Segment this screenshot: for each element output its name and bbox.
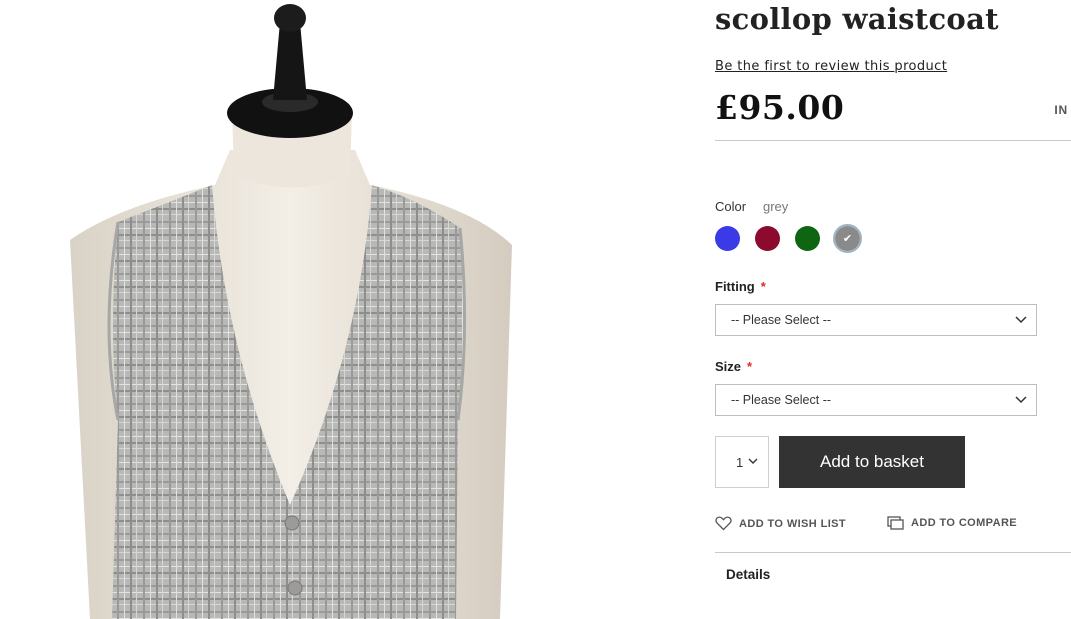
- chevron-down-icon: [748, 458, 758, 464]
- product-price: £95.00: [715, 88, 845, 127]
- divider: [715, 552, 1071, 553]
- product-info: scollop waistcoat Be the first to review…: [715, 0, 1071, 619]
- heart-icon: [715, 516, 732, 531]
- size-select[interactable]: -- Please Select --: [715, 384, 1037, 416]
- product-image[interactable]: [0, 0, 700, 619]
- color-swatch-green[interactable]: [795, 226, 820, 251]
- size-select-value: -- Please Select --: [731, 393, 832, 407]
- divider: [715, 140, 1071, 141]
- chevron-down-icon: [1015, 316, 1027, 324]
- size-label: Size *: [715, 359, 752, 374]
- color-swatch-grey[interactable]: ✔: [833, 224, 862, 253]
- size-label-text: Size: [715, 359, 742, 374]
- product-title: scollop waistcoat: [715, 2, 999, 36]
- quantity-select[interactable]: 1: [715, 436, 769, 488]
- color-swatch-burgundy[interactable]: [755, 226, 780, 251]
- tab-details[interactable]: Details: [726, 567, 770, 582]
- stock-status: IN: [1054, 103, 1068, 117]
- color-selected-value: grey: [763, 199, 789, 214]
- required-mark: *: [760, 279, 766, 294]
- fitting-select-value: -- Please Select --: [731, 313, 832, 327]
- add-to-basket-button[interactable]: Add to basket: [779, 436, 965, 488]
- review-link[interactable]: Be the first to review this product: [715, 59, 947, 74]
- compare-label: ADD TO COMPARE: [911, 517, 1018, 529]
- wish-list-label: ADD TO WISH LIST: [739, 517, 847, 530]
- waistcoat-mannequin-image: [70, 4, 512, 619]
- fitting-label-text: Fitting: [715, 279, 755, 294]
- check-icon: ✔: [842, 232, 853, 245]
- fitting-label: Fitting *: [715, 279, 766, 294]
- color-swatches: ✔: [715, 224, 875, 253]
- fitting-select[interactable]: -- Please Select --: [715, 304, 1037, 336]
- add-to-compare-link[interactable]: ADD TO COMPARE: [887, 516, 1017, 530]
- add-to-wish-list-link[interactable]: ADD TO WISH LIST: [715, 516, 846, 531]
- required-mark: *: [747, 359, 753, 374]
- color-label: Color: [715, 199, 747, 214]
- quantity-value: 1: [736, 455, 744, 470]
- compare-icon: [887, 516, 904, 530]
- chevron-down-icon: [1015, 396, 1027, 404]
- color-swatch-blue[interactable]: [715, 226, 740, 251]
